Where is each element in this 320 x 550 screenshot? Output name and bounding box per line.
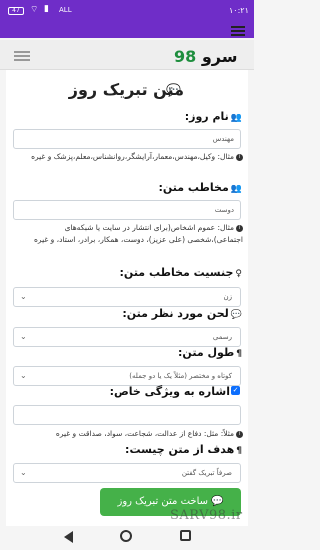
clock: ۱۰:۲۱ bbox=[229, 6, 249, 15]
site-logo[interactable]: 98 سرو bbox=[174, 47, 237, 66]
home-icon[interactable] bbox=[120, 530, 132, 542]
day-name-input[interactable]: مهندس bbox=[13, 129, 241, 149]
app-bar bbox=[0, 22, 254, 38]
info-icon: i bbox=[236, 153, 243, 161]
length-select[interactable]: کوتاه و مختصر (مثلاً یک یا دو جمله) ⌄ bbox=[13, 366, 241, 386]
info-icon: i bbox=[236, 224, 243, 232]
feature-checkbox[interactable]: ✓ bbox=[231, 386, 240, 395]
comment-icon: 💬 bbox=[211, 496, 224, 507]
gender-select[interactable]: زن ⌄ bbox=[13, 287, 241, 307]
battery-icon: 47 bbox=[8, 7, 24, 15]
feature-help: iمثلاً: مثل: دفاع از عدالت، شجاعت، سواد،… bbox=[12, 428, 243, 440]
users-icon: 👥 bbox=[230, 184, 242, 194]
system-nav-bar bbox=[0, 526, 254, 550]
app-menu-icon[interactable] bbox=[231, 24, 245, 36]
audience-input[interactable]: دوست bbox=[13, 200, 241, 220]
length-label: ¶طول متن: bbox=[178, 346, 242, 359]
audience-help: iمثال: عموم اشخاص(برای انتشار در سایت یا… bbox=[34, 223, 243, 244]
watermark: SARV98.ir bbox=[170, 508, 243, 523]
page-title: متن تبریک روز bbox=[68, 80, 184, 99]
day-name-label: 👥نام روز: bbox=[184, 110, 242, 123]
chevron-down-icon: ⌄ bbox=[20, 332, 27, 341]
chevron-down-icon: ⌄ bbox=[20, 371, 27, 380]
chevron-down-icon: ⌄ bbox=[20, 292, 27, 301]
site-navbar: 98 سرو bbox=[0, 40, 254, 70]
status-bar: 47 ⌔ ▮ ALL ۱۰:۲۱ bbox=[0, 0, 254, 22]
info-icon: i bbox=[236, 430, 243, 438]
navbar-toggler-icon[interactable] bbox=[14, 49, 30, 61]
purpose-label: ¶هدف از متن چیست: bbox=[125, 443, 242, 456]
day-name-help: iمثال: وکیل،مهندس،معمار،آرایشگر،روانشناس… bbox=[12, 151, 243, 163]
wifi-icon: ⌔ bbox=[30, 5, 39, 15]
signal-icon: ▮ bbox=[44, 4, 49, 14]
recents-icon[interactable] bbox=[180, 530, 191, 541]
back-icon[interactable] bbox=[64, 531, 73, 543]
paragraph-icon: ¶ bbox=[236, 349, 242, 359]
audience-label: 👥مخاطب متن: bbox=[158, 181, 242, 194]
tone-label: 💬لحن مورد نظر متن: bbox=[122, 307, 242, 320]
feature-label: اشاره به ویژگی خاص: bbox=[109, 385, 230, 398]
carrier-label: ALL bbox=[59, 6, 72, 14]
feature-input[interactable] bbox=[13, 405, 241, 425]
paragraph-icon: ¶ bbox=[236, 446, 242, 456]
tone-select[interactable]: رسمی ⌄ bbox=[13, 327, 241, 347]
gender-label: ♀جنسیت مخاطب متن: bbox=[119, 266, 242, 279]
chevron-down-icon: ⌄ bbox=[20, 468, 27, 477]
person-icon: ♀ bbox=[235, 269, 242, 279]
comment-icon: 💬 bbox=[230, 310, 242, 320]
purpose-select[interactable]: صرفاً تبریک گفتن ⌄ bbox=[13, 463, 241, 483]
users-icon: 👥 bbox=[230, 113, 242, 123]
